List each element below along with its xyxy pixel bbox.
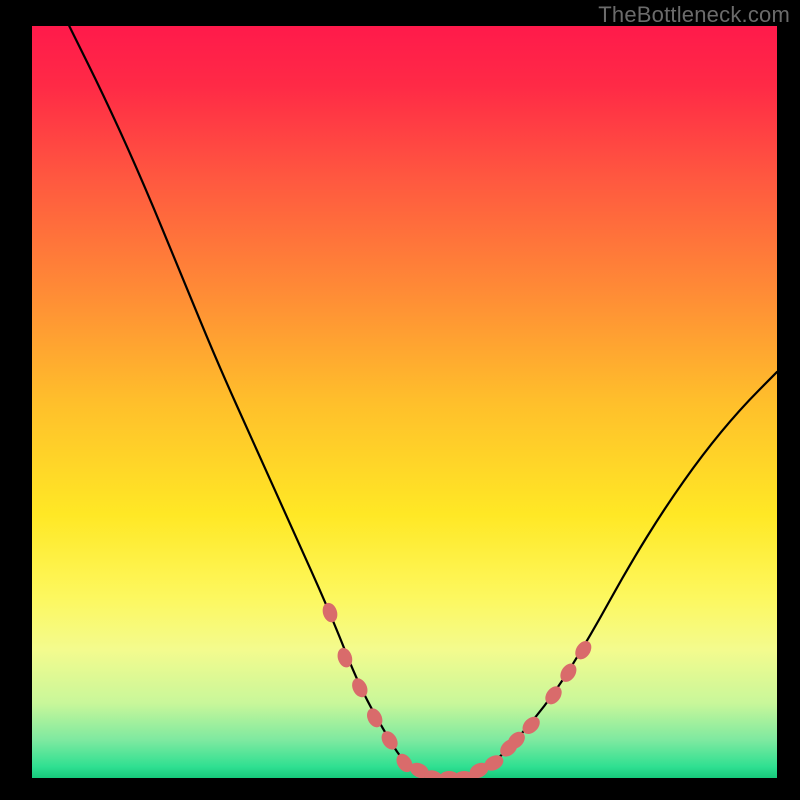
gradient-background	[32, 26, 777, 778]
chart-container: TheBottleneck.com	[0, 0, 800, 800]
watermark-text: TheBottleneck.com	[598, 2, 790, 28]
plot-svg	[32, 26, 777, 778]
plot-area	[32, 26, 777, 778]
